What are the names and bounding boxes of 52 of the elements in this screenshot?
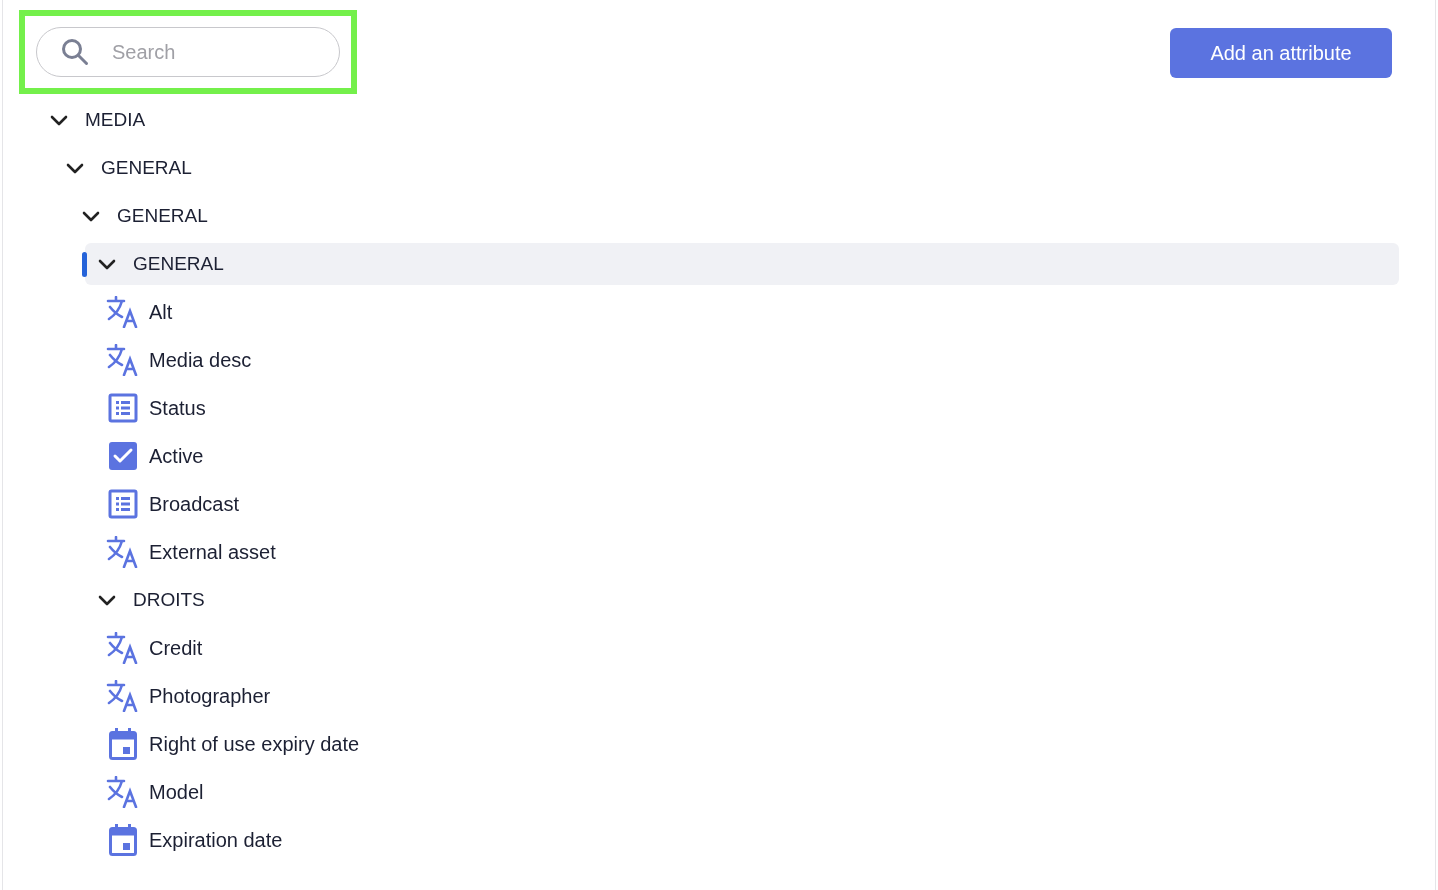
tree-group-row[interactable]: DROITS [85, 579, 1399, 621]
translate-icon [106, 680, 140, 712]
group-label: MEDIA [85, 107, 146, 132]
calendar-icon [108, 823, 138, 857]
attribute-row[interactable]: Expiration date [3, 816, 1435, 864]
attribute-label: Active [149, 444, 204, 469]
tree-group-row[interactable]: GENERAL [53, 147, 1399, 189]
tree-group-row[interactable]: MEDIA [37, 99, 1399, 141]
group-label: GENERAL [133, 251, 224, 276]
attribute-label: Alt [149, 300, 173, 325]
attribute-row[interactable]: Right of use expiry date [3, 720, 1435, 768]
chevron-icon[interactable] [98, 594, 116, 606]
attribute-label: Broadcast [149, 492, 240, 517]
list-icon [108, 489, 138, 519]
translate-icon [106, 344, 140, 376]
add-attribute-button[interactable]: Add an attribute [1170, 28, 1392, 78]
attribute-label: Right of use expiry date [149, 732, 360, 757]
chevron-icon[interactable] [50, 114, 68, 126]
translate-icon [106, 776, 140, 808]
calendar-icon [108, 727, 138, 761]
group-label: DROITS [133, 587, 205, 612]
attribute-label: Media desc [149, 348, 252, 373]
search-field[interactable]: Search [36, 27, 340, 77]
attribute-row[interactable]: Credit [3, 624, 1435, 672]
attribute-row[interactable]: Media desc [3, 336, 1435, 384]
translate-icon [106, 632, 140, 664]
chevron-icon[interactable] [98, 258, 116, 270]
attribute-label: Photographer [149, 684, 271, 709]
attribute-label: Status [149, 396, 206, 421]
translate-icon [106, 536, 140, 568]
group-label: GENERAL [101, 155, 192, 180]
attribute-label: Model [149, 780, 204, 805]
chevron-icon[interactable] [66, 162, 84, 174]
attribute-row[interactable]: Broadcast [3, 480, 1435, 528]
attribute-row[interactable]: External asset [3, 528, 1435, 576]
tree-group-row[interactable]: GENERAL [85, 243, 1399, 285]
attribute-label: External asset [149, 540, 276, 565]
attribute-label: Expiration date [149, 828, 283, 853]
attribute-row[interactable]: Status [3, 384, 1435, 432]
attribute-row[interactable]: Alt [3, 288, 1435, 336]
chevron-icon[interactable] [82, 210, 100, 222]
group-label: GENERAL [117, 203, 208, 228]
attribute-row[interactable]: Active [3, 432, 1435, 480]
tree-group-row[interactable]: GENERAL [69, 195, 1399, 237]
translate-icon [106, 296, 140, 328]
attribute-label: Credit [149, 636, 203, 661]
search-icon [60, 37, 90, 67]
attribute-row[interactable]: Photographer [3, 672, 1435, 720]
attribute-row[interactable]: Model [3, 768, 1435, 816]
selection-indicator [82, 252, 87, 277]
list-icon [108, 393, 138, 423]
checkbox-icon [108, 441, 138, 471]
